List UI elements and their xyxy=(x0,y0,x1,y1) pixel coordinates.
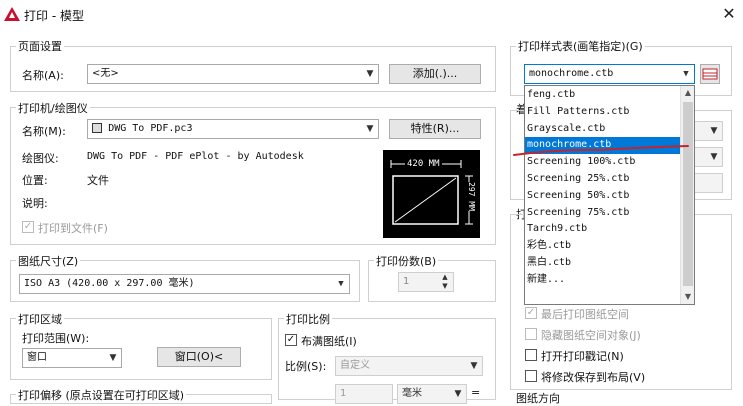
add-page-setup-button[interactable]: 添加(.)... xyxy=(389,64,481,84)
close-icon[interactable]: ✕ xyxy=(718,4,740,24)
plotter-value: DWG To PDF - PDF ePlot - by Autodesk xyxy=(87,151,304,162)
copies-stepper[interactable]: 1 ▲ ▼ xyxy=(398,272,454,292)
chevron-down-icon: ▼ xyxy=(109,353,117,363)
printer-group-label: 打印机/绘图仪 xyxy=(16,100,90,116)
scale-label: 比例(S): xyxy=(285,360,327,373)
save-changes-checkbox[interactable] xyxy=(525,370,537,382)
printer-name-combo[interactable]: DWG To PDF.pc3 ▼ xyxy=(87,119,379,139)
plot-area-label: 打印区域 xyxy=(16,311,64,327)
printer-icon xyxy=(92,123,102,133)
hide-objects-label: 隐藏图纸空间对象(J) xyxy=(541,329,641,342)
printer-properties-button[interactable]: 特性(R)... xyxy=(389,119,481,139)
dropdown-option[interactable]: 黑白.ctb xyxy=(525,255,680,272)
plot-range-label: 打印范围(W): xyxy=(22,332,90,345)
dropdown-option[interactable]: Screening 50%.ctb xyxy=(525,188,680,205)
print-to-file-checkbox[interactable]: ✓ xyxy=(22,221,34,233)
printer-name-label: 名称(M): xyxy=(22,125,66,138)
plot-stamp-label: 打开打印戳记(N) xyxy=(541,350,624,363)
plotter-label: 绘图仪: xyxy=(22,152,59,165)
plot-scale-label: 打印比例 xyxy=(284,311,332,327)
title-bar: 打印 - 模型 ✕ xyxy=(0,0,743,30)
last-plot-space-checkbox[interactable]: ✓ xyxy=(525,307,537,319)
chevron-down-icon: ▼ xyxy=(710,126,718,136)
chevron-down-icon: ▼ xyxy=(470,361,478,371)
paper-size-combo[interactable]: ISO A3 (420.00 x 297.00 毫米) ▼ xyxy=(19,274,350,294)
dropdown-option[interactable]: Screening 25%.ctb xyxy=(525,171,680,188)
style-table-value: monochrome.ctb xyxy=(529,68,614,79)
drawing-orientation-label-partial: 图纸方向 xyxy=(516,392,560,405)
style-table-combo[interactable]: monochrome.ctb ▼ xyxy=(524,64,695,84)
scroll-down-icon[interactable]: ▼ xyxy=(681,290,695,304)
plot-range-value: 窗口 xyxy=(27,352,47,363)
dropdown-option[interactable]: 彩色.ctb xyxy=(525,238,680,255)
edit-table-icon xyxy=(702,68,718,80)
scale-amount-input[interactable]: 1 xyxy=(335,384,393,404)
chevron-down-icon: ▼ xyxy=(366,69,374,79)
chevron-down-icon: ▼ xyxy=(338,279,344,289)
autocad-app-icon xyxy=(4,7,20,21)
page-setup-label: 页面设置 xyxy=(16,38,64,54)
scale-value: 自定义 xyxy=(340,360,370,371)
printer-name-value: DWG To PDF.pc3 xyxy=(108,123,193,134)
window-title: 打印 - 模型 xyxy=(24,9,84,23)
paper-preview: 420 MM 297 MM xyxy=(383,150,480,238)
dropdown-option[interactable]: Fill Patterns.ctb xyxy=(525,104,680,121)
page-setup-name-label: 名称(A): xyxy=(22,69,64,82)
dropdown-scrollbar[interactable]: ▲ ▼ xyxy=(680,86,694,304)
chevron-down-icon: ▼ xyxy=(683,69,689,79)
dropdown-option[interactable]: 新建... xyxy=(525,272,680,289)
plot-range-combo[interactable]: 窗口 ▼ xyxy=(22,348,122,368)
style-table-dropdown-list[interactable]: feng.ctb Fill Patterns.ctb Grayscale.ctb… xyxy=(524,85,695,305)
location-label: 位置: xyxy=(22,174,48,187)
copies-value: 1 xyxy=(403,276,410,287)
dropdown-option[interactable]: Screening 100%.ctb xyxy=(525,154,680,171)
plot-stamp-checkbox[interactable] xyxy=(525,349,537,361)
window-select-button[interactable]: 窗口(O)< xyxy=(157,347,241,367)
fit-to-paper-label: 布满图纸(I) xyxy=(301,335,357,348)
location-value: 文件 xyxy=(87,174,109,187)
page-setup-name-value: <无> xyxy=(92,68,119,79)
copies-label: 打印份数(B) xyxy=(374,253,439,269)
fit-to-paper-checkbox[interactable]: ✓ xyxy=(285,334,297,346)
paper-size-label: 图纸尺寸(Z) xyxy=(16,253,81,269)
edit-style-table-button[interactable] xyxy=(700,64,720,84)
hide-objects-checkbox[interactable] xyxy=(525,328,537,340)
preview-height-label: 297 MM xyxy=(464,182,476,211)
equals-sign: = xyxy=(471,386,481,399)
spin-arrows-icon: ▲ ▼ xyxy=(442,273,448,290)
style-table-label: 打印样式表(画笔指定)(G) xyxy=(516,38,645,54)
dropdown-option[interactable]: Screening 75%.ctb xyxy=(525,205,680,222)
chevron-down-icon: ▼ xyxy=(454,389,462,399)
chevron-down-icon: ▼ xyxy=(710,152,718,162)
scale-combo[interactable]: 自定义 ▼ xyxy=(335,356,483,376)
plot-offset-label: 打印偏移 (原点设置在可打印区域) xyxy=(16,387,187,403)
scale-amount-value: 1 xyxy=(340,388,347,399)
description-label: 说明: xyxy=(22,197,48,210)
scale-unit-value: 毫米 xyxy=(402,388,422,399)
chevron-down-icon: ▼ xyxy=(366,124,374,134)
dropdown-option-selected[interactable]: monochrome.ctb xyxy=(525,137,680,155)
save-changes-label: 将修改保存到布局(V) xyxy=(541,371,646,384)
print-to-file-label: 打印到文件(F) xyxy=(38,222,108,235)
dropdown-option[interactable]: feng.ctb xyxy=(525,87,680,104)
scroll-up-icon[interactable]: ▲ xyxy=(681,86,695,100)
last-plot-space-label: 最后打印图纸空间 xyxy=(541,308,629,321)
dropdown-option[interactable]: Tarch9.ctb xyxy=(525,221,680,238)
paper-size-value: ISO A3 (420.00 x 297.00 毫米) xyxy=(24,278,195,289)
dropdown-option[interactable]: Grayscale.ctb xyxy=(525,121,680,138)
scrollbar-thumb[interactable] xyxy=(683,102,693,286)
scale-unit-combo[interactable]: 毫米 ▼ xyxy=(397,384,467,404)
page-setup-name-combo[interactable]: <无> ▼ xyxy=(87,64,379,84)
preview-width-label: 420 MM xyxy=(405,159,442,169)
